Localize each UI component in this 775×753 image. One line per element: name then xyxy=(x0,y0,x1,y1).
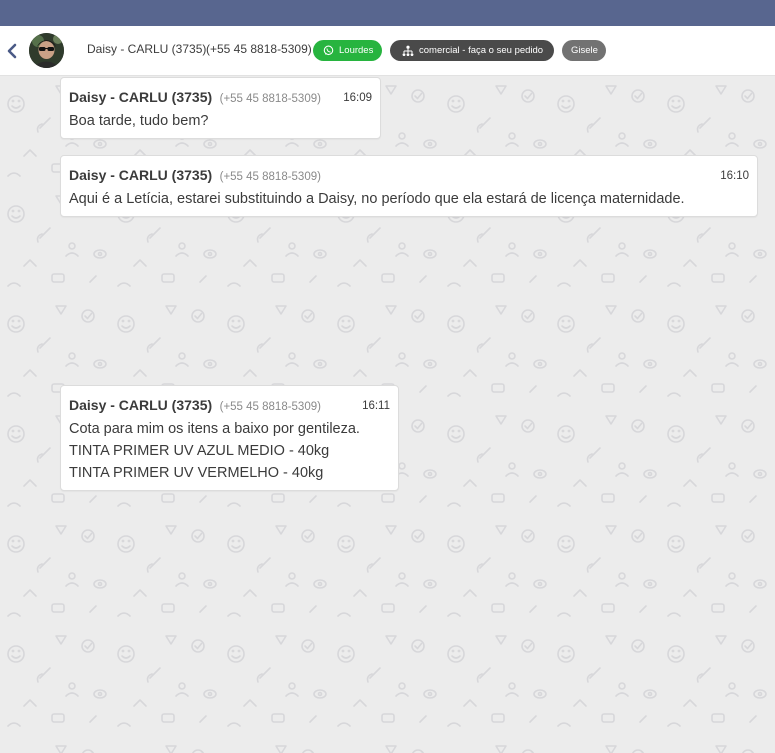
message-time: 16:10 xyxy=(720,170,749,182)
message-bubble[interactable]: Daisy - CARLU (3735) (+55 45 8818-5309) … xyxy=(60,385,399,491)
message-sender: Daisy - CARLU (3735) xyxy=(69,167,213,183)
message-bubble[interactable]: Daisy - CARLU (3735) (+55 45 8818-5309) … xyxy=(60,155,758,217)
message-phone: (+55 45 8818-5309) xyxy=(219,93,321,105)
user-tag[interactable]: Gisele xyxy=(562,40,606,61)
connection-tag[interactable]: Lourdes xyxy=(313,40,382,61)
message-header: Daisy - CARLU (3735) (+55 45 8818-5309) xyxy=(69,167,321,185)
whatsapp-icon xyxy=(323,45,334,56)
message-text: Aqui é a Letícia, estarei substituindo a… xyxy=(69,188,685,210)
message-text: Boa tarde, tudo bem? xyxy=(69,110,208,132)
chat-header: Daisy - CARLU (3735) (+55 45 8818-5309) … xyxy=(0,26,775,76)
avatar-image xyxy=(29,33,64,68)
org-tree-icon xyxy=(402,45,414,56)
message-phone: (+55 45 8818-5309) xyxy=(219,401,321,413)
connection-tag-label: Lourdes xyxy=(339,45,374,56)
message-text: Cota para mim os itens a baixo por genti… xyxy=(69,418,360,484)
contact-phone: (+55 45 8818-5309) xyxy=(206,42,312,56)
message-header: Daisy - CARLU (3735) (+55 45 8818-5309) xyxy=(69,89,321,107)
user-tag-label: Gisele xyxy=(571,45,598,56)
queue-tag-label: comercial - faça o seu pedido xyxy=(419,45,544,56)
contact-name: Daisy - CARLU (3735) xyxy=(87,42,207,56)
back-button[interactable] xyxy=(4,40,20,62)
message-sender: Daisy - CARLU (3735) xyxy=(69,397,213,413)
message-line: Aqui é a Letícia, estarei substituindo a… xyxy=(69,191,685,207)
message-line: Boa tarde, tudo bem? xyxy=(69,113,209,129)
message-sender: Daisy - CARLU (3735) xyxy=(69,89,213,105)
queue-tag[interactable]: comercial - faça o seu pedido xyxy=(390,40,554,61)
chevron-left-icon xyxy=(7,43,17,59)
message-phone: (+55 45 8818-5309) xyxy=(219,171,321,183)
chat-area[interactable]: Daisy - CARLU (3735) (+55 45 8818-5309) … xyxy=(0,76,775,753)
message-time: 16:11 xyxy=(362,400,390,412)
message-header: Daisy - CARLU (3735) (+55 45 8818-5309) xyxy=(69,397,321,415)
message-line: TINTA PRIMER UV VERMELHO - 40kg xyxy=(69,465,324,481)
message-time: 16:09 xyxy=(343,92,372,104)
message-line: Cota para mim os itens a baixo por genti… xyxy=(69,421,360,437)
top-bar xyxy=(0,0,775,26)
contact-avatar[interactable] xyxy=(29,33,64,68)
message-line: TINTA PRIMER UV AZUL MEDIO - 40kg xyxy=(69,443,330,459)
message-bubble[interactable]: Daisy - CARLU (3735) (+55 45 8818-5309) … xyxy=(60,77,381,139)
